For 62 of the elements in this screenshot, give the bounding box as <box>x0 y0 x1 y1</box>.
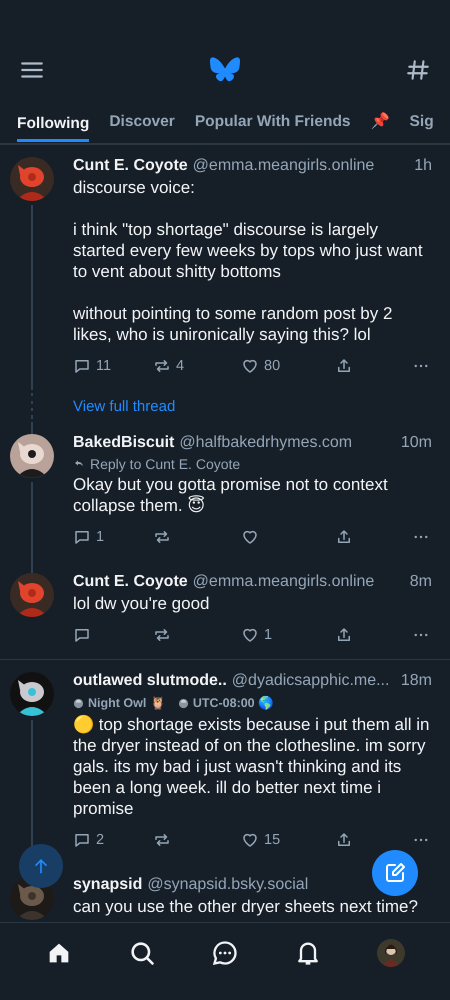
post-time: 1h <box>414 156 432 176</box>
like-button[interactable]: 15 <box>241 831 335 849</box>
repost-icon <box>153 626 171 644</box>
speech-bubble-icon <box>73 626 91 644</box>
like-button[interactable]: 80 <box>241 357 335 375</box>
reply-to-label[interactable]: Reply to Cunt E. Coyote <box>73 454 430 474</box>
globe-icon <box>73 698 84 708</box>
share-button[interactable] <box>335 831 353 849</box>
feed-tab[interactable]: Popular With Friends <box>194 100 351 135</box>
heart-icon <box>241 528 259 546</box>
post-time: 8m <box>410 572 432 592</box>
profile-label: UTC-08:00 🌎 <box>192 694 274 712</box>
share-icon <box>335 831 353 849</box>
share-icon <box>335 528 353 546</box>
author-name[interactable]: outlawed slutmode.. <box>73 670 227 692</box>
author-handle[interactable]: @dyadicsapphic.me... <box>232 670 395 692</box>
author-name[interactable]: Cunt E. Coyote <box>73 571 188 593</box>
heart-icon <box>241 357 259 375</box>
post-text: 🟡 top shortage exists because i put them all in the dryer instead of on the clothesline. im sorry gals. its my bad i just wasn't thinking and its been a long week. ill do better next time i promise <box>73 714 430 819</box>
share-button[interactable] <box>335 528 353 546</box>
dotted-thread-line <box>30 393 32 419</box>
view-thread-link[interactable]: View full thread <box>73 398 176 414</box>
author-handle[interactable]: @emma.meangirls.online <box>192 571 404 593</box>
post-text: lol dw you're good <box>73 593 210 614</box>
speech-bubble-icon <box>73 528 91 546</box>
feed-tab[interactable]: Sig <box>410 100 434 135</box>
author-handle[interactable]: @emma.meangirls.online <box>192 155 408 177</box>
globe-icon <box>178 698 189 708</box>
compose-button[interactable] <box>372 850 418 896</box>
feed-tab[interactable]: 📌 <box>370 100 390 135</box>
post-time: 18m <box>400 671 432 691</box>
repost-icon <box>153 831 171 849</box>
post-text: can you use the other dryer sheets next time? <box>73 896 419 917</box>
scroll-to-top-button[interactable] <box>19 844 63 888</box>
repost-button[interactable]: 4 <box>153 357 241 375</box>
post-text: Okay but you gotta promise not to context collapse them. 😇 <box>73 474 389 516</box>
reply-button[interactable]: 1 <box>73 528 153 546</box>
author-name[interactable]: synapsid <box>73 874 142 896</box>
share-icon <box>335 626 353 644</box>
share-icon <box>335 357 353 375</box>
profile-tab[interactable] <box>376 938 406 968</box>
post-time: 10m <box>400 433 432 453</box>
chat-bubble-icon <box>210 939 239 967</box>
heart-icon <box>241 626 259 644</box>
author-name[interactable]: BakedBiscuit <box>73 432 174 454</box>
feed-tab[interactable]: Discover <box>109 100 175 135</box>
post-text: discourse voice: i think "top shortage" discourse is largely started every few weeks by tops who just want to vent about shitty bottoms without pointing to some random post by 2 likes, who is unironically saying this? lol <box>73 177 424 345</box>
author-handle[interactable]: @synapsid.bsky.social <box>147 874 432 896</box>
share-button[interactable] <box>335 357 353 375</box>
author-handle[interactable]: @halfbakedrhymes.com <box>179 432 395 454</box>
speech-bubble-icon <box>73 357 91 375</box>
like-button[interactable]: 1 <box>241 626 335 644</box>
reply-button[interactable]: 11 <box>73 357 153 375</box>
heart-icon <box>241 831 259 849</box>
profile-label: Night Owl 🦉 <box>88 695 166 712</box>
share-button[interactable] <box>335 626 353 644</box>
author-name[interactable]: Cunt E. Coyote <box>73 155 188 177</box>
repost-icon <box>153 357 171 375</box>
repost-icon <box>153 528 171 546</box>
speech-bubble-icon <box>73 831 91 849</box>
feed-tab[interactable]: Following <box>17 100 90 142</box>
reply-button[interactable]: 2 <box>73 831 153 849</box>
